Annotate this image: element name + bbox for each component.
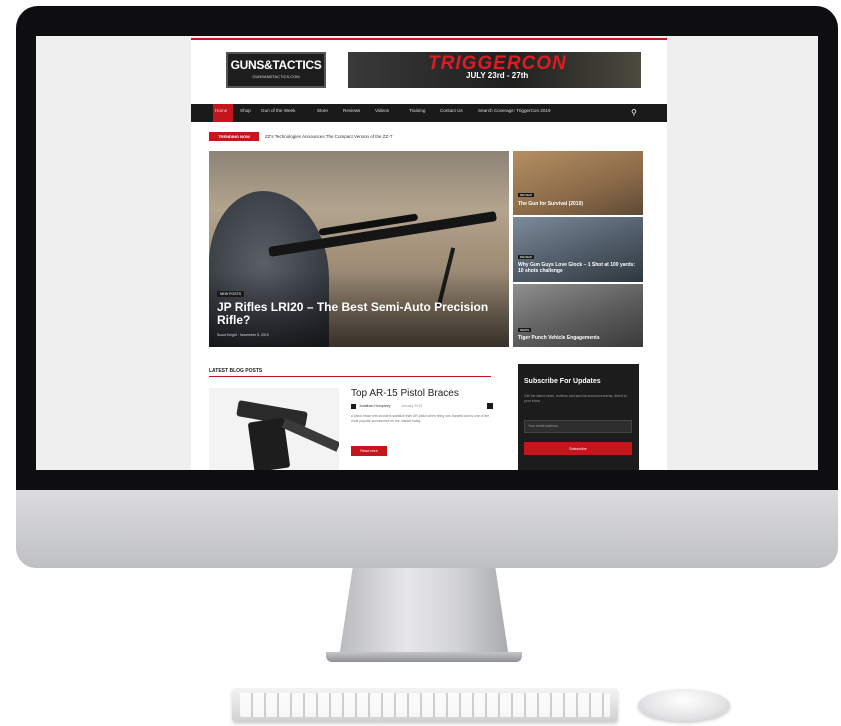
banner-date: JULY 23rd - 27th <box>466 71 529 80</box>
read-more-button[interactable]: Read more <box>351 446 387 456</box>
nav-item-videos[interactable]: Videos <box>375 108 389 113</box>
subscribe-text: Get the latest news, reviews and special… <box>524 394 627 403</box>
main-navigation: Home Shop Gun of the Week Store Reviews … <box>191 104 667 122</box>
logo-text: GUNS&TACTICS <box>230 58 322 72</box>
hero-category[interactable]: NEW POSTS <box>217 291 245 297</box>
pistol-brace-image-tube <box>281 418 339 452</box>
nav-home-highlight <box>213 104 233 122</box>
hero-article[interactable]: NEW POSTS JP Rifles LRI20 – The Best Sem… <box>209 151 509 347</box>
comment-count-badge[interactable] <box>487 403 493 409</box>
monitor-chin <box>16 490 838 568</box>
monitor-stand <box>339 568 509 658</box>
side-tile-1-category: REVIEW <box>518 193 534 197</box>
post-author[interactable]: Jonathan Humphrey <box>359 404 391 408</box>
keyboard-keys <box>240 693 610 717</box>
post-title[interactable]: Top AR-15 Pistol Braces <box>351 388 459 399</box>
logo-subtext: GUNSANDTACTICS.COM <box>252 74 300 79</box>
post-date: January 2019 <box>401 404 423 408</box>
subscribe-title: Subscribe For Updates <box>524 378 601 385</box>
search-icon[interactable]: ⚲ <box>631 108 637 117</box>
subscribe-button[interactable]: Subscribe <box>524 442 632 455</box>
side-tile-1[interactable]: REVIEW The Gun for Survival (2019) <box>513 151 643 215</box>
nav-item-home[interactable]: Home <box>215 108 227 113</box>
nav-item-search-coverage[interactable]: Search Coverage: TriggerCon 2019 <box>478 108 551 113</box>
nav-item-gun-of-the-week[interactable]: Gun of the Week <box>261 108 295 113</box>
hero-meta: Scout Knight · November 5, 2019 <box>217 333 269 337</box>
email-field[interactable]: Your email address <box>524 420 632 433</box>
trending-headline[interactable]: ZZ's Technologies Announces The Compact … <box>265 134 393 139</box>
hero-title[interactable]: JP Rifles LRI20 – The Best Semi-Auto Pre… <box>217 301 497 327</box>
side-tile-2[interactable]: REVIEW Why Gun Guys Love Glock – 1 Shot … <box>513 217 643 282</box>
top-accent-line <box>191 38 667 40</box>
site-logo[interactable]: GUNS&TACTICS GUNSANDTACTICS.COM <box>226 52 326 88</box>
nav-item-reviews[interactable]: Reviews <box>343 108 360 113</box>
latest-posts-heading: LATEST BLOG POSTS <box>209 368 263 374</box>
side-tile-3-title: Tiger Punch Vehicle Engagements <box>518 335 600 341</box>
keyboard <box>232 688 618 722</box>
side-tile-2-title: Why Gun Guys Love Glock – 1 Shot at 100 … <box>518 262 635 274</box>
website: GUNS&TACTICS GUNSANDTACTICS.COM TRIGGERC… <box>191 38 667 470</box>
mouse <box>638 689 730 721</box>
side-tile-2-category: REVIEW <box>518 255 534 259</box>
side-tile-1-title: The Gun for Survival (2019) <box>518 201 584 207</box>
nav-item-contact[interactable]: Contact Us <box>440 108 463 113</box>
subscribe-widget: Subscribe For Updates Get the latest new… <box>518 364 639 470</box>
latest-posts-divider <box>209 376 491 377</box>
side-tile-3-category: NEWS <box>518 328 531 332</box>
monitor-stand-base <box>326 652 522 662</box>
post-thumbnail[interactable] <box>209 388 339 470</box>
side-tile-3[interactable]: NEWS Tiger Punch Vehicle Engagements <box>513 284 643 347</box>
post-excerpt: A pistol brace lets shooters stabilize t… <box>351 414 490 423</box>
nav-item-training[interactable]: Training <box>409 108 425 113</box>
trending-label: TRENDING NOW <box>209 132 259 141</box>
nav-item-store[interactable]: Store <box>317 108 328 113</box>
triggercon-banner-ad[interactable]: TRIGGERCON JULY 23rd - 27th <box>348 52 641 88</box>
post-category-badge[interactable] <box>351 404 356 409</box>
nav-item-shop[interactable]: Shop <box>240 108 251 113</box>
screen: GUNS&TACTICS GUNSANDTACTICS.COM TRIGGERC… <box>36 36 818 470</box>
